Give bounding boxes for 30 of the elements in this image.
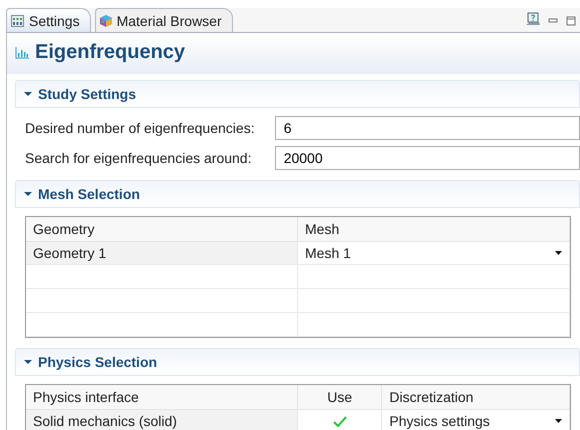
field-label: Search for eigenfrequencies around: bbox=[25, 150, 252, 166]
dropdown[interactable]: Physics settings bbox=[382, 410, 570, 430]
section-header[interactable]: Study Settings bbox=[15, 80, 580, 108]
table-cell: Geometry 1 bbox=[26, 242, 298, 265]
column-header[interactable]: Use bbox=[298, 385, 382, 410]
input-field[interactable]: 6 bbox=[274, 116, 580, 140]
column-header[interactable]: Geometry bbox=[26, 217, 298, 242]
caret-down-icon bbox=[555, 251, 562, 255]
field-label: Desired number of eigenfrequencies: bbox=[25, 120, 256, 136]
input-field[interactable]: 20000 bbox=[274, 146, 580, 170]
section-title: Mesh Selection bbox=[38, 186, 140, 202]
maximize-icon[interactable] bbox=[566, 16, 576, 26]
section-header[interactable]: Physics Selection bbox=[15, 348, 580, 376]
column-header[interactable]: Physics interface bbox=[26, 385, 298, 410]
panel-tab[interactable]: Material Browser bbox=[94, 8, 233, 32]
column-header[interactable]: Mesh bbox=[298, 217, 570, 242]
section-header[interactable]: Mesh Selection bbox=[15, 180, 580, 208]
table-cell: Solid mechanics (solid) bbox=[26, 410, 298, 430]
caret-down-icon bbox=[554, 419, 562, 423]
cube-icon bbox=[100, 14, 112, 26]
dropdown[interactable]: Mesh 1 bbox=[298, 242, 570, 265]
section-title: Study Settings bbox=[38, 86, 136, 102]
section-title: Physics Selection bbox=[38, 354, 158, 370]
column-header[interactable]: Discretization bbox=[382, 385, 570, 410]
checkmark-icon[interactable] bbox=[332, 416, 347, 426]
settings-icon bbox=[11, 14, 24, 26]
panel-tab[interactable]: Settings bbox=[6, 8, 91, 32]
bar-chart-icon bbox=[15, 46, 29, 58]
page-title: Eigenfrequency bbox=[35, 41, 186, 64]
help-icon[interactable] bbox=[526, 12, 540, 26]
